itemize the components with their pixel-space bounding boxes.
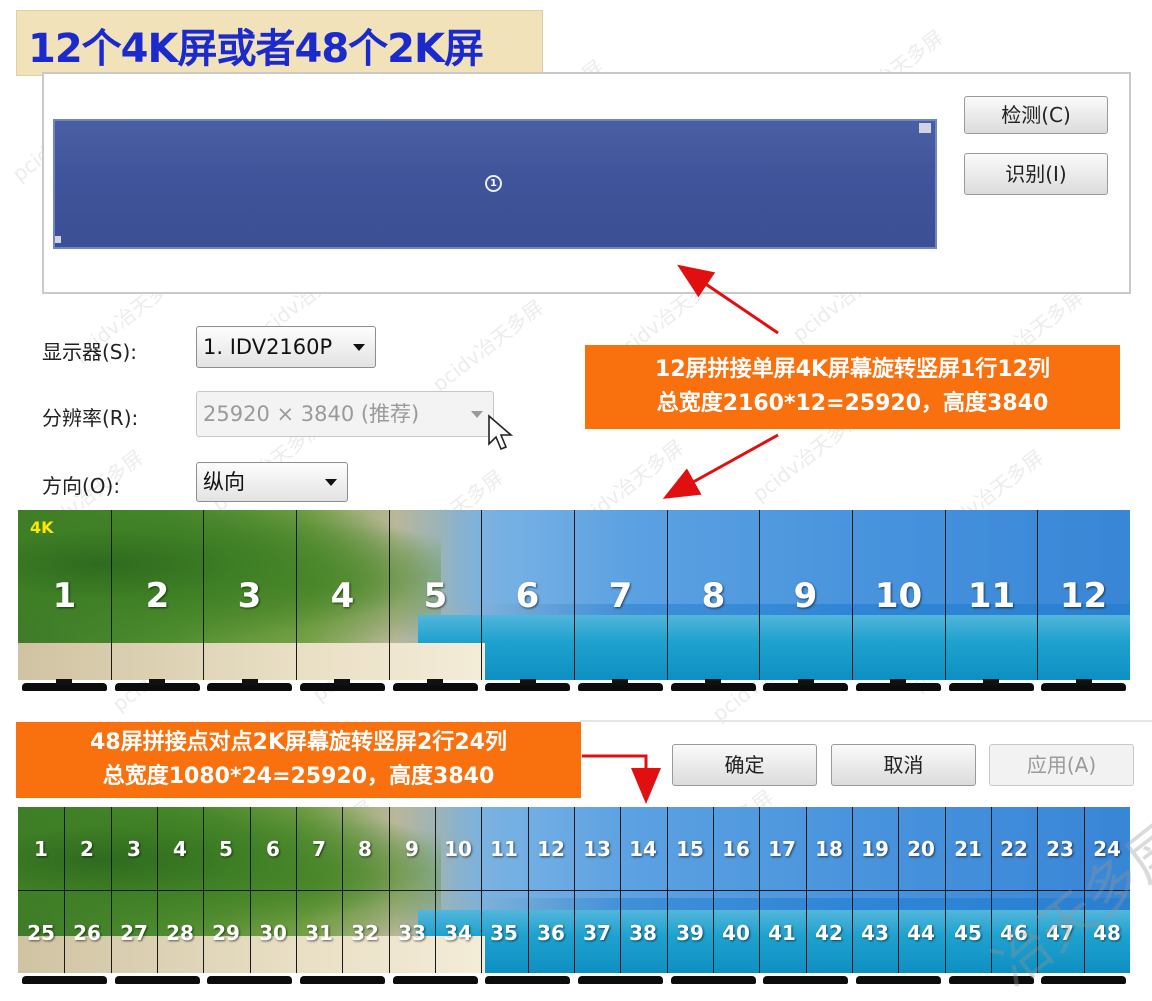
- monitor-stand-neck: [1076, 679, 1092, 685]
- screen-number: 16: [722, 837, 750, 861]
- screen-number: 36: [537, 921, 565, 945]
- screen-number: 19: [861, 837, 889, 861]
- screen-number: 7: [312, 837, 326, 861]
- wall-sand: [18, 642, 486, 680]
- screen-number: 11: [967, 576, 1016, 616]
- screen-number: 38: [629, 921, 657, 945]
- screen-number: 27: [120, 921, 148, 945]
- screen-number: 10: [874, 576, 923, 616]
- screen-number: 35: [490, 921, 518, 945]
- screen-number: 2: [145, 576, 170, 616]
- monitor-stand: [578, 976, 663, 984]
- screen-number: 34: [444, 921, 472, 945]
- screen-number: 15: [676, 837, 704, 861]
- arrow-to-preview: [677, 264, 779, 335]
- badge-4k: 4K: [30, 518, 54, 537]
- screen-number: 31: [305, 921, 333, 945]
- monitor-stand: [1041, 976, 1126, 984]
- apply-button[interactable]: 应用(A): [989, 744, 1134, 786]
- screen-number: 37: [583, 921, 611, 945]
- screen-number: 41: [768, 921, 796, 945]
- screen-number: 20: [907, 837, 935, 861]
- monitor-stand: [485, 976, 570, 984]
- screen-number: 9: [405, 837, 419, 861]
- monitor-stand-neck: [427, 679, 443, 685]
- screen-number: 8: [358, 837, 372, 861]
- screen-number: 1: [34, 837, 48, 861]
- screen-number: 44: [907, 921, 935, 945]
- screen-number: 4: [173, 837, 187, 861]
- screen-number: 26: [73, 921, 101, 945]
- screen-number: 6: [266, 837, 280, 861]
- screen-number: 17: [768, 837, 796, 861]
- screen-number: 5: [219, 837, 233, 861]
- wall-palms: [18, 807, 441, 940]
- screen-number: 5: [423, 576, 448, 616]
- screen-number: 48: [1093, 921, 1121, 945]
- screen-number: 22: [1000, 837, 1028, 861]
- screen-number: 25: [27, 921, 55, 945]
- screen-number: 1: [52, 576, 77, 616]
- screen-number: 12: [1059, 576, 1108, 616]
- screen-number: 39: [676, 921, 704, 945]
- screen-number: 46: [1000, 921, 1028, 945]
- ok-button[interactable]: 确定: [672, 744, 817, 786]
- screen-number: 3: [127, 837, 141, 861]
- monitor-stand: [856, 976, 941, 984]
- monitor-stand: [763, 976, 848, 984]
- monitor-stand-neck: [612, 679, 628, 685]
- monitor-stand: [300, 976, 385, 984]
- screen-number: 21: [954, 837, 982, 861]
- screen-number: 4: [330, 576, 355, 616]
- screen-number: 47: [1046, 921, 1074, 945]
- monitor-stand-neck: [56, 679, 72, 685]
- screen-number: 40: [722, 921, 750, 945]
- screen-number: 9: [793, 576, 818, 616]
- monitor-stand: [22, 976, 107, 984]
- wall-sea: [418, 615, 1130, 680]
- screen-number: 29: [212, 921, 240, 945]
- row-divider: [18, 890, 1130, 891]
- screen-number: 6: [515, 576, 540, 616]
- monitor-stand: [949, 976, 1034, 984]
- cancel-button[interactable]: 取消: [831, 744, 976, 786]
- screen-number: 33: [398, 921, 426, 945]
- arrow-to-2k-wall: [582, 754, 661, 804]
- screen-number: 3: [237, 576, 262, 616]
- screen-number: 45: [954, 921, 982, 945]
- screen-number: 32: [351, 921, 379, 945]
- monitor-stand-neck: [798, 679, 814, 685]
- monitor-stand: [393, 976, 478, 984]
- screen-number: 13: [583, 837, 611, 861]
- screen-number: 30: [259, 921, 287, 945]
- screen-number: 28: [166, 921, 194, 945]
- monitor-stand-neck: [334, 679, 350, 685]
- monitor-stand-neck: [983, 679, 999, 685]
- dialog-divider: [580, 720, 1152, 722]
- monitor-stand-neck: [890, 679, 906, 685]
- monitor-stand-neck: [242, 679, 258, 685]
- screen-number: 12: [537, 837, 565, 861]
- monitor-stand: [207, 976, 292, 984]
- monitor-stand-neck: [149, 679, 165, 685]
- screen-number: 23: [1046, 837, 1074, 861]
- monitor-stand: [115, 976, 200, 984]
- screen-number: 8: [701, 576, 726, 616]
- screen-number: 18: [815, 837, 843, 861]
- screen-number: 2: [80, 837, 94, 861]
- screen-number: 24: [1093, 837, 1121, 861]
- monitor-stand-neck: [520, 679, 536, 685]
- screen-number: 7: [608, 576, 633, 616]
- screen-number: 11: [490, 837, 518, 861]
- screen-number: 42: [815, 921, 843, 945]
- monitor-stand-neck: [705, 679, 721, 685]
- screen-number: 14: [629, 837, 657, 861]
- arrow-to-4k-wall: [662, 433, 779, 499]
- screen-number: 43: [861, 921, 889, 945]
- video-wall-4k: 1 2 3 4 5 6 7 8 9 10 11 12: [18, 510, 1130, 680]
- screen-number: 10: [444, 837, 472, 861]
- monitor-stand: [671, 976, 756, 984]
- video-wall-2k: 1 2 3 4 5 6 7 8 9 10 11 12 13 14 15 16 17 18 19 20 21 22 23 24 2…: [18, 807, 1130, 973]
